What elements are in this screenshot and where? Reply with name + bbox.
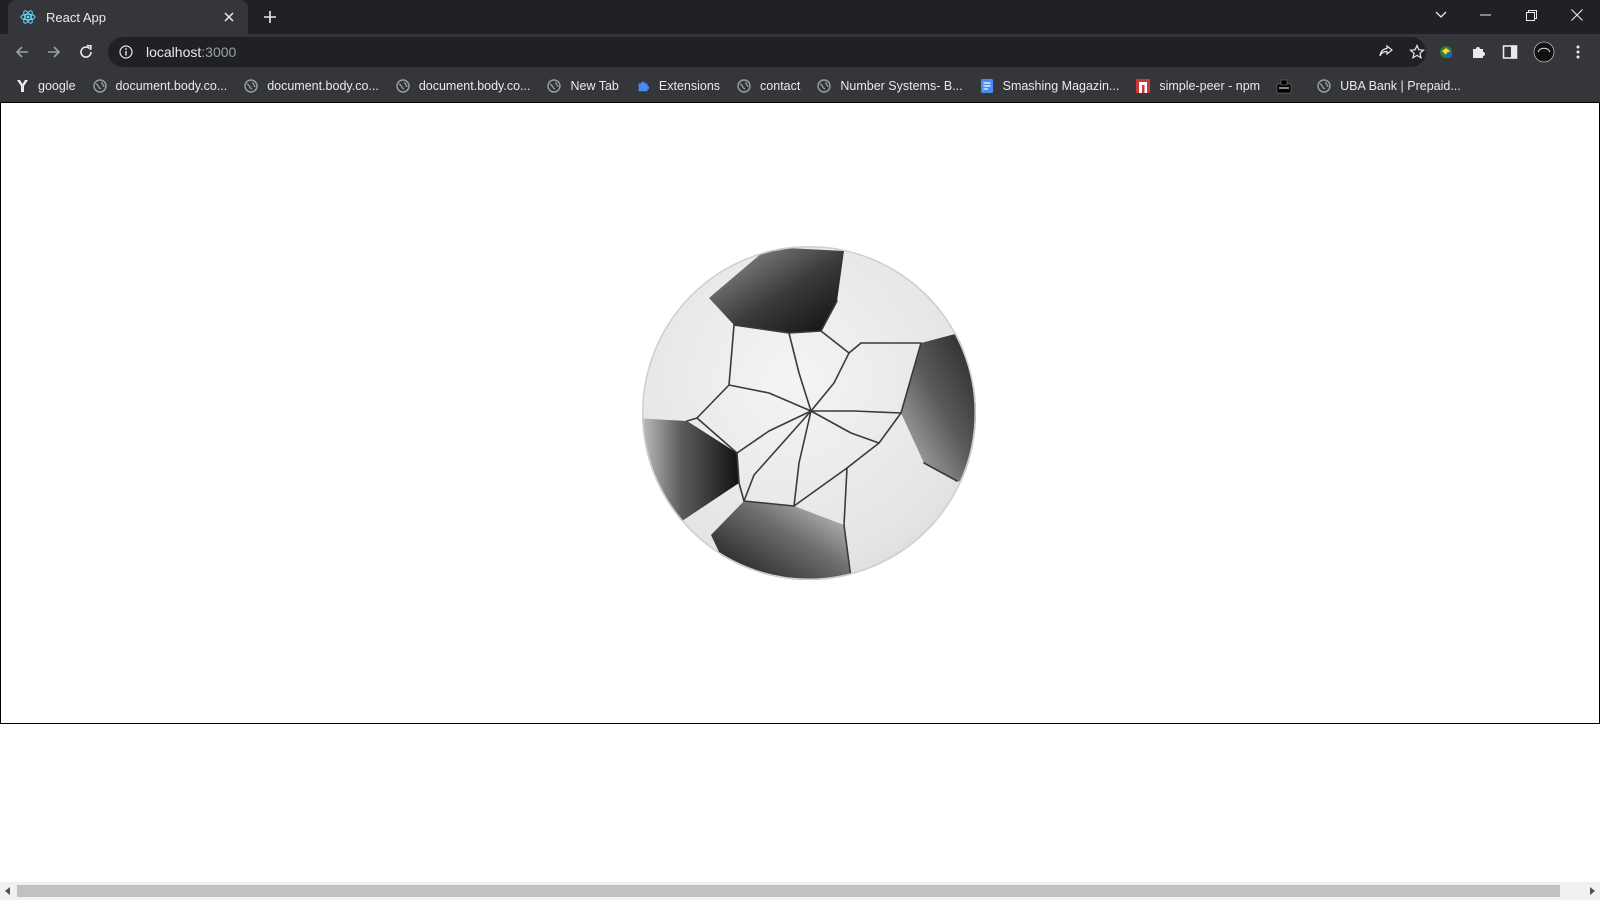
bookmark-extensions[interactable]: Extensions xyxy=(635,72,728,100)
browser-toolbar: localhost:3000 xyxy=(0,34,1600,70)
scroll-right-arrow-icon[interactable] xyxy=(1584,882,1600,900)
close-icon[interactable] xyxy=(220,8,238,26)
reload-button[interactable] xyxy=(72,38,100,66)
horizontal-scrollbar[interactable] xyxy=(0,882,1600,900)
google-y-icon xyxy=(14,78,30,94)
tab-title: React App xyxy=(46,9,106,25)
back-arrow-icon xyxy=(15,46,28,58)
bookmark-number-systems[interactable]: Number Systems- B... xyxy=(816,72,970,100)
globe-icon xyxy=(395,78,411,94)
tab-strip: React App xyxy=(0,0,1600,34)
page-viewport xyxy=(0,102,1600,900)
bookmark-label: google xyxy=(38,79,76,93)
scrollbar-thumb[interactable] xyxy=(17,885,1560,897)
bookmark-google[interactable]: google xyxy=(14,72,84,100)
bookmark-new-tab[interactable]: New Tab xyxy=(546,72,626,100)
forward-arrow-icon xyxy=(48,46,61,58)
back-button[interactable] xyxy=(8,38,36,66)
bookmark-uba-bank[interactable]: UBA Bank | Prepaid... xyxy=(1316,72,1469,100)
minimize-icon[interactable] xyxy=(1462,0,1508,30)
url-port: :3000 xyxy=(201,44,237,60)
react-icon xyxy=(20,9,36,25)
bookmark-document-body-3[interactable]: document.body.co... xyxy=(395,72,539,100)
bookmark-label: document.body.co... xyxy=(267,79,379,93)
bookmark-star-icon[interactable] xyxy=(1407,42,1427,62)
bookmark-label: New Tab xyxy=(570,79,619,93)
extension-color-icon[interactable] xyxy=(1432,38,1460,66)
puzzle-extensions-icon[interactable] xyxy=(1464,38,1492,66)
forward-button[interactable] xyxy=(40,38,68,66)
site-info-icon[interactable] xyxy=(118,44,134,60)
bookmark-folder-dark[interactable] xyxy=(1276,72,1308,100)
bookmark-simple-peer[interactable]: simple-peer - npm xyxy=(1135,72,1268,100)
close-window-icon[interactable] xyxy=(1554,0,1600,30)
tab-search-icon[interactable] xyxy=(1418,0,1464,30)
restore-icon[interactable] xyxy=(1508,0,1554,30)
bookmark-label: document.body.co... xyxy=(418,79,531,93)
url-text[interactable]: localhost:3000 xyxy=(146,44,236,60)
bookmark-document-body-2[interactable]: document.body.co... xyxy=(243,72,387,100)
soccer-ball xyxy=(642,246,976,580)
bookmark-label: contact xyxy=(760,79,801,93)
bookmark-label: Extensions xyxy=(658,79,721,93)
npm-icon xyxy=(1135,78,1151,94)
puzzle-icon xyxy=(635,78,651,94)
bookmark-smashing-magazine[interactable]: Smashing Magazin... xyxy=(979,72,1128,100)
url-host: localhost xyxy=(146,44,202,60)
folder-dark-icon xyxy=(1276,78,1292,94)
bookmark-document-body-1[interactable]: document.body.co... xyxy=(92,72,236,100)
globe-icon xyxy=(816,78,832,94)
bookmark-contact[interactable]: contact xyxy=(736,72,808,100)
menu-kebab-icon[interactable] xyxy=(1564,38,1592,66)
three-canvas[interactable] xyxy=(0,102,1600,724)
new-tab-button[interactable] xyxy=(258,7,282,27)
doc-icon xyxy=(979,78,995,94)
globe-icon xyxy=(736,78,752,94)
reload-icon xyxy=(80,44,92,58)
bookmark-label: document.body.co... xyxy=(115,79,228,93)
share-icon[interactable] xyxy=(1376,42,1396,62)
plus-icon xyxy=(264,11,276,23)
globe-icon xyxy=(243,78,259,94)
profile-avatar[interactable] xyxy=(1530,38,1558,66)
globe-icon xyxy=(546,78,562,94)
bookmark-label: simple-peer - npm xyxy=(1159,79,1261,93)
globe-icon xyxy=(1316,78,1332,94)
globe-icon xyxy=(92,78,108,94)
bookmarks-bar: google document.body.co... document.body… xyxy=(0,70,1600,102)
scroll-left-arrow-icon[interactable] xyxy=(0,882,16,900)
address-bar[interactable]: localhost:3000 xyxy=(108,37,1426,67)
tab-react-app[interactable]: React App xyxy=(8,0,248,34)
bookmark-label: Number Systems- B... xyxy=(840,79,963,93)
bookmark-label: Smashing Magazin... xyxy=(1002,79,1120,93)
side-panel-icon[interactable] xyxy=(1496,38,1524,66)
bookmark-label: UBA Bank | Prepaid... xyxy=(1340,79,1461,93)
